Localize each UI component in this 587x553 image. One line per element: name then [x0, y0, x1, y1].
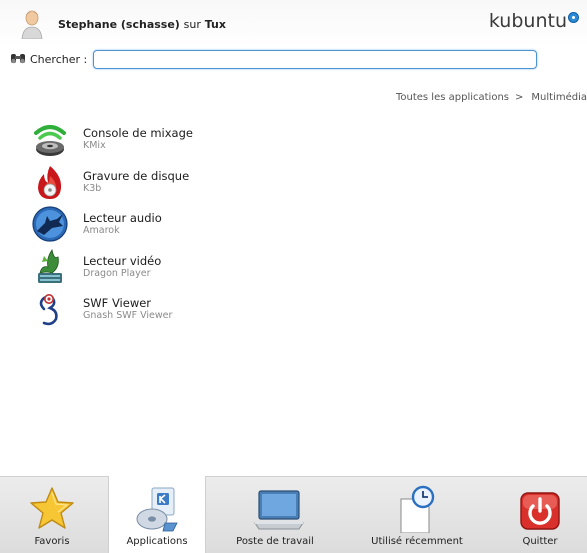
list-item-amarok[interactable]: Lecteur audio Amarok — [30, 203, 570, 246]
app-name: Gravure de disque — [83, 168, 190, 183]
app-name: SWF Viewer — [83, 296, 152, 311]
breadcrumb: Toutes les applications > Multimédia — [396, 92, 587, 103]
header: Stephane (schasse) sur Tux kubuntu Cherc… — [0, 0, 587, 82]
tab-poste-de-travail[interactable]: Poste de travail — [215, 477, 335, 553]
sur-text: sur — [183, 17, 201, 31]
tab-label: Poste de travail — [236, 536, 314, 547]
tab-applications[interactable]: Applications — [108, 476, 206, 553]
tab-favoris[interactable]: Favoris — [2, 477, 102, 553]
list-item-dragon-player[interactable]: Lecteur vidéo Dragon Player — [30, 246, 570, 289]
kubuntu-circle-icon — [568, 12, 579, 23]
app-subtitle: K3b — [83, 182, 102, 194]
binoculars-icon — [10, 50, 26, 69]
user-avatar-icon — [20, 9, 44, 40]
tab-bar: Favoris Applications Poste de travail Ut… — [0, 476, 587, 553]
tab-label: Quitter — [522, 536, 558, 547]
tab-label: Utilisé récemment — [371, 536, 463, 547]
list-item-swf-viewer[interactable]: SWF Viewer Gnash SWF Viewer — [30, 288, 570, 331]
brand-text: kubuntu — [488, 10, 567, 32]
app-subtitle: KMix — [83, 140, 106, 152]
search-bar: Chercher : — [10, 50, 538, 69]
app-name: Lecteur vidéo — [83, 253, 162, 268]
computer-icon — [251, 485, 304, 533]
app-subtitle: Gnash SWF Viewer — [83, 310, 173, 322]
power-icon — [516, 485, 564, 533]
app-subtitle: Amarok — [83, 225, 120, 237]
kubuntu-logo: kubuntu — [489, 10, 579, 32]
applications-icon — [133, 485, 181, 533]
list-item-k3b[interactable]: Gravure de disque K3b — [30, 161, 570, 204]
amarok-wolf-icon — [30, 204, 70, 244]
breadcrumb-separator: > — [515, 92, 524, 103]
search-input[interactable] — [93, 50, 538, 69]
user-name: Stephane (schasse) — [58, 17, 180, 31]
recent-clock-icon — [393, 485, 441, 534]
user-info: Stephane (schasse) sur Tux — [20, 8, 226, 40]
application-list: Console de mixage KMix Gravure de disque… — [30, 118, 570, 331]
tab-label: Applications — [126, 536, 188, 547]
breadcrumb-all-apps[interactable]: Toutes les applications — [396, 92, 509, 103]
user-line: Stephane (schasse) sur Tux — [58, 18, 226, 31]
k3b-flame-icon — [30, 162, 70, 202]
tab-utilise-recemment[interactable]: Utilisé récemment — [352, 477, 482, 553]
tab-label: Favoris — [34, 536, 70, 547]
star-icon — [28, 485, 76, 533]
breadcrumb-multimedia[interactable]: Multimédia — [531, 92, 587, 103]
app-name: Lecteur audio — [83, 211, 162, 226]
dragon-player-icon — [30, 247, 70, 287]
tab-quitter[interactable]: Quitter — [500, 477, 580, 553]
gnash-icon — [30, 289, 70, 329]
kmix-speaker-icon — [30, 119, 70, 159]
host-name: Tux — [204, 17, 226, 31]
app-name: Console de mixage — [83, 126, 193, 141]
search-label: Chercher : — [30, 53, 88, 66]
app-subtitle: Dragon Player — [83, 267, 151, 279]
list-item-kmix[interactable]: Console de mixage KMix — [30, 118, 570, 161]
